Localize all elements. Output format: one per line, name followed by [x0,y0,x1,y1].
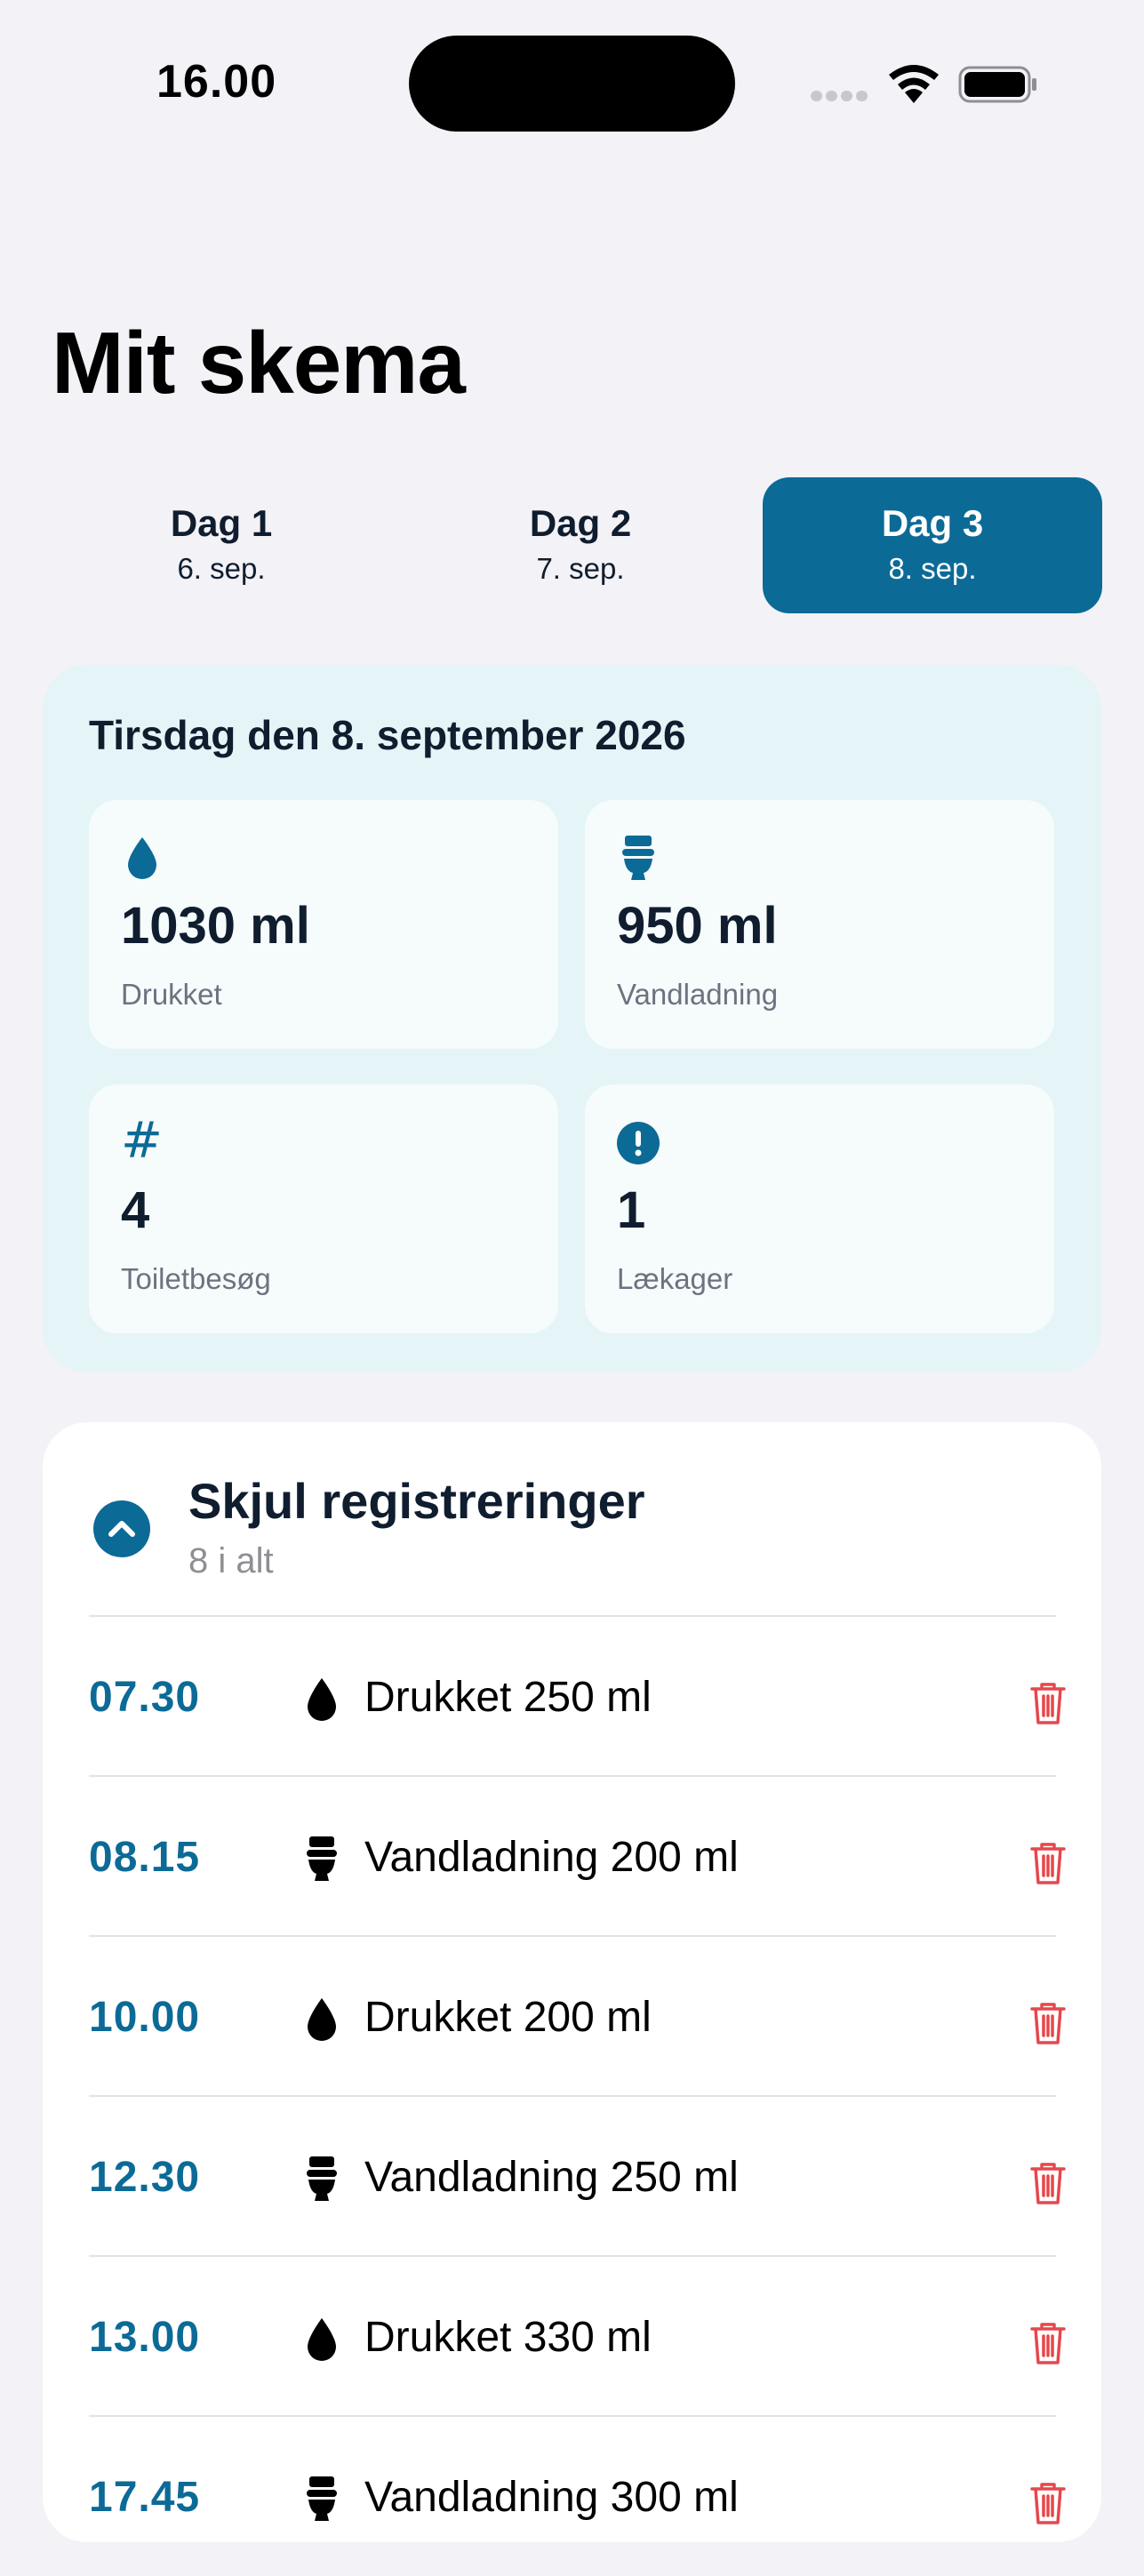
tab-day-2-date: 7. sep. [536,552,625,585]
tab-day-2[interactable]: Dag 2 7. sep. [411,477,750,613]
stat-drunk-value: 1030 ml [121,897,310,955]
wifi-icon [889,65,939,103]
stat-drunk-label: Drukket [121,978,222,1011]
day-summary-card: Tirsdag den 8. september 2026 1030 ml Dr… [43,665,1101,1372]
divider [89,1775,1056,1777]
tab-day-3-name: Dag 3 [881,502,984,544]
status-time: 16.00 [156,56,277,108]
stat-urination: 950 ml Vandladning [585,800,1054,1049]
divider [89,1615,1056,1617]
status-bar: 16.00 [0,0,1144,169]
stat-leaks-label: Lækager [617,1262,733,1295]
collapse-toggle-button[interactable] [93,1500,150,1557]
entry-time: 13.00 [89,2314,201,2361]
entry-description: Vandladning 300 ml [364,2474,739,2521]
alert-icon [617,1122,660,1164]
stat-urination-label: Vandladning [617,978,779,1011]
trash-icon[interactable] [1027,2480,1069,2526]
entry-description: Vandladning 200 ml [364,1834,739,1881]
stat-toilet-visits-label: Toiletbesøg [121,1262,271,1295]
day-tabs: Dag 1 6. sep. Dag 2 7. sep. Dag 3 8. sep… [52,477,1102,613]
divider [89,2095,1056,2097]
page-title: Mit skema [52,314,466,412]
divider [89,1935,1056,1937]
trash-icon[interactable] [1027,2320,1069,2366]
registration-row: 07.30 Drukket 250 ml [89,1618,1066,1776]
entry-description: Drukket 250 ml [364,1674,652,1721]
tab-day-3[interactable]: Dag 3 8. sep. [763,477,1102,613]
stat-toilet-visits-value: 4 [121,1181,150,1239]
stat-leaks-value: 1 [617,1181,646,1239]
entry-time: 10.00 [89,1994,201,2041]
summary-date: Tirsdag den 8. september 2026 [89,712,686,758]
entry-time: 12.30 [89,2154,201,2201]
registration-row: 17.45 Vandladning 300 ml [89,2418,1066,2576]
entry-description: Vandladning 250 ml [364,2154,739,2201]
registration-row: 12.30 Vandladning 250 ml [89,2098,1066,2256]
registration-row: 13.00 Drukket 330 ml [89,2258,1066,2416]
registration-row: 10.00 Drukket 200 ml [89,1938,1066,2096]
trash-icon[interactable] [1027,1840,1069,1886]
water-drop-icon [308,1678,336,1721]
tab-day-3-date: 8. sep. [888,552,977,585]
entry-time: 08.15 [89,1834,201,1881]
divider [89,2415,1056,2417]
chevron-up-icon [108,1521,135,1537]
water-drop-icon [308,2318,336,2361]
stat-drunk: 1030 ml Drukket [89,800,558,1049]
hash-icon: # [121,1112,163,1170]
tab-day-1[interactable]: Dag 1 6. sep. [52,477,391,613]
toilet-icon [307,2156,337,2201]
cellular-signal-icon [811,91,869,101]
registration-row: 08.15 Vandladning 200 ml [89,1778,1066,1936]
trash-icon[interactable] [1027,1680,1069,1726]
stat-urination-value: 950 ml [617,897,778,955]
trash-icon[interactable] [1027,2160,1069,2206]
trash-icon[interactable] [1027,2000,1069,2046]
toilet-icon [307,1836,337,1881]
stat-leaks: 1 Lækager [585,1084,1054,1333]
water-drop-icon [128,837,156,879]
entry-description: Drukket 330 ml [364,2314,652,2361]
water-drop-icon [308,1998,336,2041]
toilet-icon [622,836,654,880]
tab-day-1-name: Dag 1 [170,502,273,544]
dynamic-island [409,36,735,132]
tab-day-2-name: Dag 2 [529,502,632,544]
registrations-card: Skjul registreringer 8 i alt 07.30 Drukk… [43,1422,1101,2542]
stat-toilet-visits: # 4 Toiletbesøg [89,1084,558,1333]
entry-time: 07.30 [89,1674,201,1721]
battery-icon [958,66,1036,103]
tab-day-1-date: 6. sep. [177,552,266,585]
divider [89,2255,1056,2257]
registrations-count: 8 i alt [188,1541,274,1580]
entry-description: Drukket 200 ml [364,1994,652,2041]
entry-time: 17.45 [89,2474,201,2521]
toilet-icon [307,2476,337,2521]
registrations-toggle-label[interactable]: Skjul registreringer [188,1472,645,1530]
